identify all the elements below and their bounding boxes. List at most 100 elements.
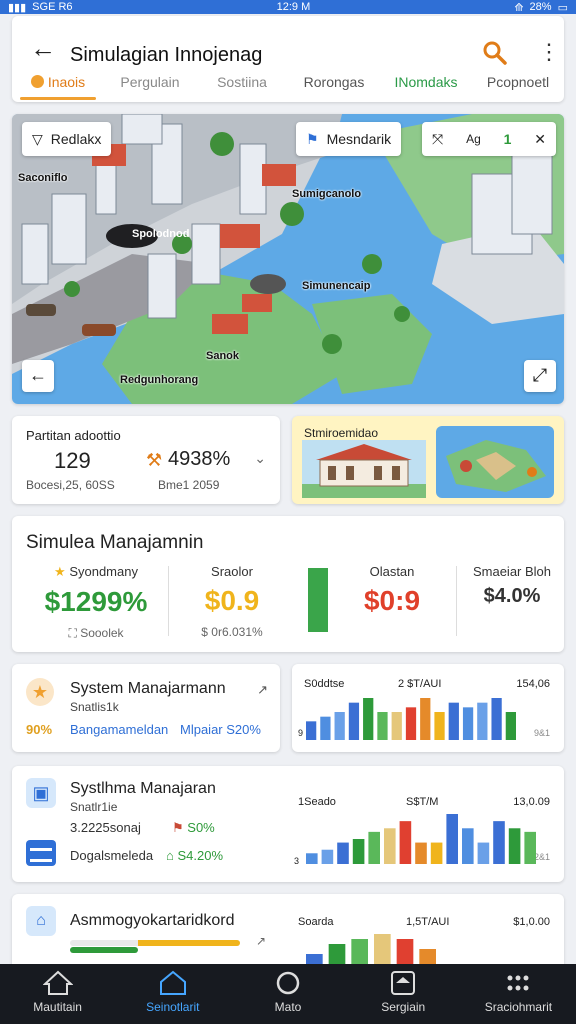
bar xyxy=(491,698,502,740)
search-icon[interactable] xyxy=(482,40,508,66)
app-bar: ← Simulagian Innojenag ⋮ Inaois Pergulai… xyxy=(12,16,564,102)
bar xyxy=(363,698,374,740)
chevron-down-icon[interactable]: ⌄ xyxy=(254,450,266,467)
map-location-chip[interactable]: ⚑ Mesndarik xyxy=(296,122,402,156)
system-card-1-stat-right: Mlpaiar S20% xyxy=(180,722,261,737)
metric-3-value: $0:9 xyxy=(363,585,421,616)
bar xyxy=(328,944,346,964)
divider xyxy=(456,566,457,636)
wifi-icon: ⟰ xyxy=(514,1,524,14)
tab-2[interactable]: Sostiina xyxy=(196,72,288,100)
chart-3-label-right: $1,0.00 xyxy=(513,916,550,928)
hand-icon: ⚒ xyxy=(146,450,163,470)
close-icon[interactable]: ✕ xyxy=(534,131,546,148)
system-card-3-title: Asmmogyokartaridkord xyxy=(70,912,235,929)
more-vert-icon[interactable]: ⋮ xyxy=(538,40,560,66)
bar xyxy=(477,842,490,864)
map-expand-icon[interactable]: ⤢ xyxy=(524,360,556,392)
tab-5[interactable]: Pcopnoetl xyxy=(472,72,564,100)
chart-2-label-left: 1Seado xyxy=(298,796,336,808)
bar xyxy=(352,839,365,864)
performance-sub-left: Bocesi,25, 60SS xyxy=(26,478,115,492)
bar xyxy=(448,702,459,740)
divider xyxy=(168,566,169,636)
bar xyxy=(477,702,488,740)
tab-3[interactable]: Rorongas xyxy=(288,72,380,100)
map-label: Sanok xyxy=(206,350,240,362)
map-label: Spolodnod xyxy=(132,228,190,240)
chart-1-label-right: 154,06 xyxy=(516,678,550,690)
bar xyxy=(462,828,474,864)
progress-bar xyxy=(70,940,240,953)
bar-chart-card-1: S0ddtse 2 $T/AUI 154,06 9 9&1 xyxy=(292,664,564,752)
bar xyxy=(321,849,334,864)
chart-1-foot-right: 9&1 xyxy=(533,728,550,738)
map-filter-chip[interactable]: ▽ Redlakx xyxy=(22,122,112,156)
bar xyxy=(420,698,431,740)
metric-4-value: $4.0% xyxy=(483,585,541,607)
nav-item-3[interactable]: Sergiain xyxy=(346,964,461,1024)
map-label: Saconiflo xyxy=(18,172,68,184)
chart-2-label-mid: S$T/M xyxy=(406,796,439,808)
status-bar: ▮▮▮ SGE R6 12:9 M ⟰ 28% ▭ xyxy=(0,0,576,14)
promo-label: Stmiroemidao xyxy=(304,426,379,440)
map-route-chip[interactable]: ⤧ Ag 1 ✕ xyxy=(422,122,556,156)
home-outline-icon xyxy=(159,970,186,995)
bar xyxy=(462,707,474,740)
bar xyxy=(368,831,380,864)
map-left-arrow-icon[interactable]: ← xyxy=(22,360,54,392)
tab-dot-icon xyxy=(30,75,44,88)
nav-item-2[interactable]: Mato xyxy=(230,964,345,1024)
bar xyxy=(348,702,360,740)
map-label: Redgunhorang xyxy=(120,374,199,386)
nav-item-1[interactable]: Seinotlarit xyxy=(115,964,230,1024)
basket-icon: ⌂ xyxy=(26,906,56,936)
metric-2-sub: $ 0r6.031% xyxy=(201,625,263,639)
chart-1-label-left: S0ddtse xyxy=(304,678,345,690)
system-card-2[interactable]: ▣ Systlhma Manajaran Snatlr1ie 3.2225son… xyxy=(12,766,564,882)
system-card-1-sub: Snatlis1k xyxy=(70,700,119,714)
battery-icon: ▭ xyxy=(557,1,568,14)
arrow-icon[interactable]: ↗ xyxy=(256,934,266,948)
page-title: Simulagian Innojenag xyxy=(70,44,263,66)
arrow-icon[interactable]: ↗ xyxy=(257,682,268,698)
chart-1-foot-left: 9 xyxy=(298,728,304,738)
chart-1-label-mid: 2 $T/AUI xyxy=(398,678,442,690)
city-map[interactable]: ▽ Redlakx ⚑ Mesndarik ⤧ Ag 1 ✕ Saconiflo… xyxy=(12,114,564,404)
bar xyxy=(405,707,417,740)
chart-3-label-left: Soarda xyxy=(298,916,334,928)
performance-card[interactable]: Partitan adoottio 129 ⚒ 4938% ⌄ Bocesi,2… xyxy=(12,416,280,504)
map-label: Sumigcanolo xyxy=(292,188,362,200)
bar xyxy=(434,712,445,740)
mansion-illustration xyxy=(302,440,426,498)
bar xyxy=(334,712,345,740)
metric-1-value: $1299% xyxy=(44,586,148,617)
metric-4[interactable]: Smaeiar Bloh $4.0% xyxy=(464,564,560,608)
metric-gauge xyxy=(308,568,328,632)
bottom-nav: Mautitain Seinotlarit Mato Sergiain Srac… xyxy=(0,964,576,1024)
bar xyxy=(396,939,414,964)
bar xyxy=(391,712,402,740)
nav-item-4[interactable]: Sraciohmarit xyxy=(461,964,576,1024)
bar xyxy=(320,716,331,740)
bar xyxy=(415,842,427,864)
promo-card[interactable]: Stmiroemidao xyxy=(292,416,564,504)
system-card-2-title: Systlhma Manajaran xyxy=(70,780,216,797)
nav-item-0[interactable]: Mautitain xyxy=(0,964,115,1024)
star-badge-icon: ★ xyxy=(26,678,54,706)
circle-icon xyxy=(276,971,300,995)
back-arrow-icon[interactable]: ← xyxy=(30,35,56,64)
bar xyxy=(430,842,443,864)
metric-1[interactable]: ★ Syondmany $1299% ⛶ Sooolek xyxy=(26,564,166,641)
simulation-card: Simulea Manajamnin ★ Syondmany $1299% ⛶ … xyxy=(12,516,564,652)
bag-icon: ▣ xyxy=(26,778,56,808)
metric-2[interactable]: Sraolor $0.9 $ 0r6.031% xyxy=(180,564,284,639)
tab-1[interactable]: Pergulain xyxy=(104,72,196,100)
bar-chart-3 xyxy=(306,934,436,964)
system-card-1-stat-mid: Bangamameldan xyxy=(70,722,169,737)
metric-3[interactable]: Olastan $0:9 xyxy=(342,564,442,617)
tab-4[interactable]: INomdaks xyxy=(380,72,472,100)
system-card-1[interactable]: ★ System Manajarmann ↗ Snatlis1k 90% Ban… xyxy=(12,664,280,752)
map-label: Simunencaip xyxy=(302,280,371,292)
tab-0[interactable]: Inaois xyxy=(12,72,104,100)
